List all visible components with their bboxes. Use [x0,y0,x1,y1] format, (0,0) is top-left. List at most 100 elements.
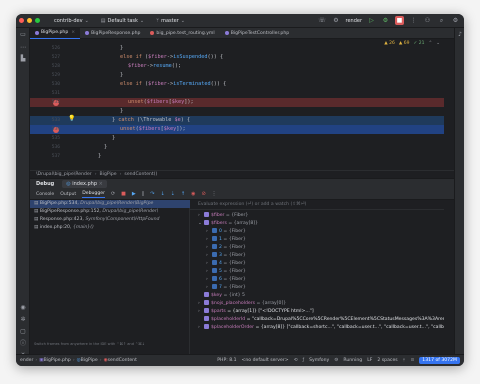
task-selector[interactable]: ▤ Default task ⌄ [101,18,144,24]
variable-row[interactable]: › 1 = {Fiber} [206,236,444,244]
pause-icon[interactable]: ∥ [142,191,145,197]
more-icon[interactable]: ⋮ [212,191,217,197]
line-number: 535 [51,136,60,141]
stop-icon[interactable]: ■ [121,191,126,197]
zoom-window-button[interactable] [35,18,40,23]
frame-item[interactable]: ▤ BigPipe.php:534, Drupal\big_pipe\Rende… [30,200,190,208]
line-number: 533 [51,118,60,123]
lightbulb-icon[interactable]: 💡 [68,115,75,122]
status-crumb[interactable]: BigPipe [81,358,98,363]
variable-value: = {Fiber} [223,245,246,250]
close-window-button[interactable] [19,18,24,23]
collab-icon[interactable]: ⚇ [423,16,432,25]
status-crumb[interactable]: ender [20,358,33,363]
project-name: contrib-dev [54,17,83,24]
variable-row[interactable]: $key = {int} 5 [198,292,444,300]
resume-icon[interactable]: ▶ [132,191,136,197]
tab-label: BigPipe.php [41,30,69,35]
more-icon[interactable]: ⋮ [409,16,418,25]
variable-row[interactable]: › $parts = {array[1]} ["<!DOCTYPE html>..… [198,308,444,316]
search-icon[interactable]: ⌕ [437,16,446,25]
frame-item[interactable]: ▤ Response.php:423, Symfony\Component\Ht… [34,216,188,224]
tab-bigpipe[interactable]: BigPipe.php × [30,27,81,39]
inspection-widget[interactable]: ▲ 26 ▲ 69 ✓ 21 ⌃ ⌄ [384,41,440,46]
right-tool-strip: ♪ [454,28,464,354]
line-separator[interactable]: LF [367,358,372,363]
breadcrumb-namespace[interactable]: \Drupal\big_pipe\Render [36,172,92,177]
listen-debug-icon[interactable]: ☏ [318,16,327,25]
variable-row[interactable]: › 5 = {Fiber} [206,268,444,276]
stop-icon[interactable]: ■ [395,16,404,25]
view-breakpoints-icon[interactable]: ◉ [191,191,195,197]
variable-icon [204,308,209,313]
branch-selector[interactable]: ᛘ master ⌄ [156,18,185,24]
indent-setting[interactable]: 2 spaces [377,358,397,363]
notifications-icon[interactable]: ♪ [456,31,464,39]
project-tool-icon[interactable]: ▭ [19,31,27,39]
variable-value: = {Fiber} [223,253,246,258]
status-crumb[interactable]: BigPipe.php [44,358,71,363]
framework-indicator[interactable]: Symfony [309,358,329,363]
variable-row[interactable]: › 2 = {Fiber} [206,244,444,252]
variable-row[interactable]: › 3 = {Fiber} [206,252,444,260]
variable-row[interactable]: › $placeholderOrder = {array[8]} ["callba… [198,324,444,332]
mute-breakpoints-icon[interactable]: ⊘ [201,191,205,197]
tab-output[interactable]: Output [60,192,76,197]
rerun-icon[interactable]: ⟳ [111,191,115,197]
variable-row[interactable]: › 6 = {Fiber} [206,276,444,284]
debug-tool-icon[interactable]: ✲ [19,316,27,324]
debug-session-tab[interactable]: ◎ index.php × [62,180,107,188]
code-editor[interactable]: ▲ 26 ▲ 69 ✓ 21 ⌃ ⌄ 526 } 527 else if ($f… [30,39,454,170]
variable-row[interactable]: $placeholderId = "callback=Drupal%5CCore… [198,316,444,324]
variable-value: = {array[1]} ["<!DOCTYPE html>..."] [227,309,314,314]
frame-item[interactable]: ▤ index.php:20, {main}() [34,224,188,232]
variable-row[interactable]: › 7 = {Fiber} [206,284,444,292]
tab-routing-yml[interactable]: big_pipe.test_routing.yml [145,28,219,39]
variable-row[interactable]: ⌄ $fibers = {array[8]} [198,220,444,228]
memory-indicator[interactable]: 1317 of 3072M [419,357,460,364]
step-out-icon[interactable]: ↑ [181,191,185,197]
chevron-up-icon[interactable]: ⌃ [428,41,432,46]
project-selector[interactable]: contrib-dev ⌄ [54,18,89,24]
run-icon[interactable]: ▷ [367,16,376,25]
step-over-icon[interactable]: ↷ [150,191,154,197]
code-line: else if ($fiber->isTerminated()) { [120,81,227,87]
run-config-selector[interactable]: render [346,18,363,24]
close-icon[interactable]: × [99,181,103,187]
running-indicator[interactable]: Running [343,358,362,363]
terminal-tool-icon[interactable]: ▢ [19,328,27,336]
code-line: } [120,72,124,78]
breadcrumb-method[interactable]: sendContent() [124,172,157,177]
commit-tool-icon[interactable]: ⋯ [19,44,27,52]
variable-row[interactable]: › 4 = {Fiber} [206,260,444,268]
variable-icon [204,324,209,329]
frame-item[interactable]: ▤ BigPipeResponse.php:152, Drupal\big_pi… [34,208,188,216]
tab-console[interactable]: Console [36,192,54,197]
server-selector[interactable]: <no default server> [242,358,289,363]
minimize-window-button[interactable] [27,18,32,23]
variable-icon [212,236,217,241]
line-number: 534 [51,127,60,132]
tab-bigpiperesponse[interactable]: BigPipeResponse.php [80,28,145,39]
php-file-icon [85,31,90,35]
close-icon[interactable]: × [71,30,75,35]
php-version[interactable]: PHP: 8.1 [217,358,236,363]
breadcrumb-class[interactable]: BigPipe [100,172,117,177]
tab-debugger[interactable]: Debugger [82,191,105,198]
debug-icon[interactable]: ⚙ [381,16,390,25]
sync-icon: ⟲ [293,358,298,363]
yml-file-icon [150,31,155,35]
evaluate-expression-input[interactable]: Evaluate expression (⏎) or add a watch (… [190,200,444,210]
chevron-down-icon[interactable]: ⌄ [436,41,440,46]
settings-icon[interactable]: ⚙ [451,16,460,25]
problems-tool-icon[interactable]: ⓘ [19,340,27,348]
tab-test-controller[interactable]: BigPipeTestController.php [220,28,294,39]
status-crumb[interactable]: sendContent [108,358,137,363]
step-into-icon[interactable]: ↓ [160,191,164,197]
services-tool-icon[interactable]: ◉ [19,304,27,312]
variable-row[interactable]: › $nojs_placeholders = {array[0]} [198,300,444,308]
variable-row[interactable]: › 0 = {Fiber} [206,228,444,236]
variable-row[interactable]: › $fiber = {Fiber} [198,212,444,220]
force-step-into-icon[interactable]: ⇣ [171,191,175,197]
structure-tool-icon[interactable]: ▙ [19,55,27,63]
